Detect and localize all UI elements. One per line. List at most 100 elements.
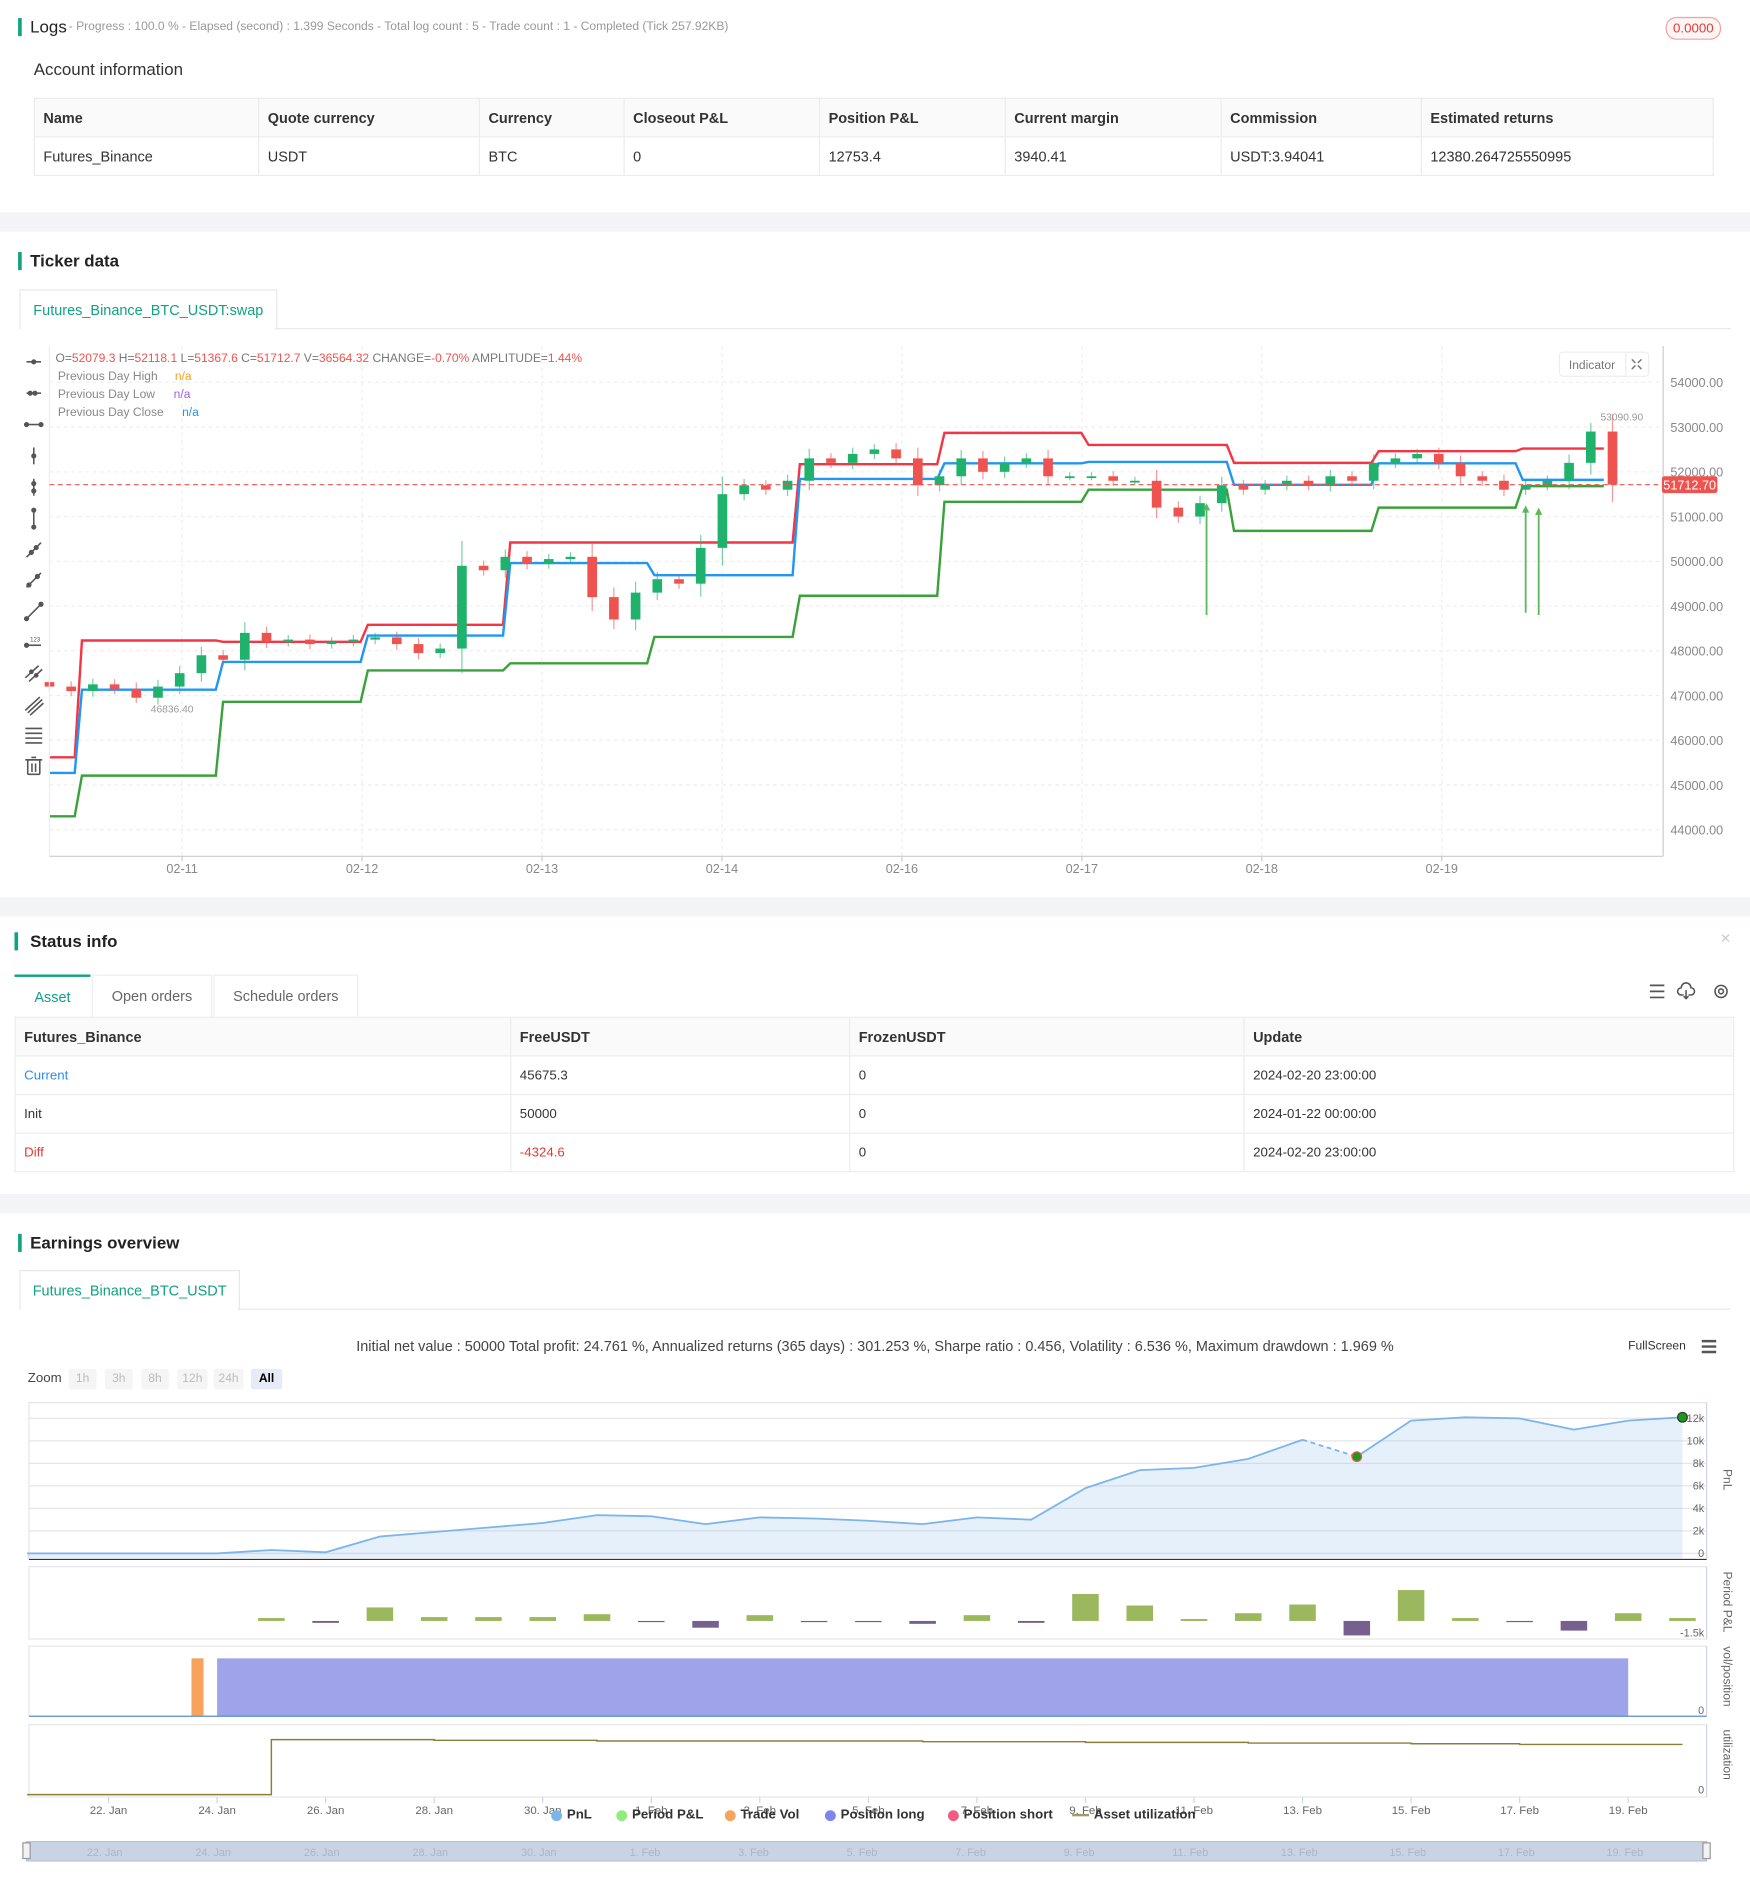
zoom-1h-button[interactable]: 1h — [68, 1368, 97, 1390]
vertical-segment-icon[interactable] — [31, 478, 37, 496]
horizontal-line-icon[interactable] — [23, 421, 44, 428]
cell: 50000 — [510, 1093, 851, 1134]
trend-ray-icon[interactable] — [25, 542, 42, 558]
legend-position-short[interactable]: Position short — [947, 1808, 1053, 1822]
legend-position-long[interactable]: Position long — [824, 1808, 925, 1822]
tab-schedule-orders[interactable]: Schedule orders — [213, 974, 359, 1017]
vertical-ray-icon[interactable] — [31, 447, 37, 465]
tab-open-orders[interactable]: Open orders — [91, 974, 213, 1017]
asset-table: Futures_Binance FreeUSDT FrozenUSDT Upda… — [14, 1016, 1735, 1173]
price-chart[interactable]: 54000.0053000.0052000.0051000.0050000.00… — [0, 338, 1750, 887]
pnl-tick-label: 0 — [1698, 1548, 1704, 1560]
candle-body — [826, 458, 836, 463]
legend-trade-vol[interactable]: Trade Vol — [724, 1807, 800, 1823]
table-row: Futures_Binance USDT BTC 0 12753.4 3940.… — [33, 136, 1714, 177]
row-label-current[interactable]: Current — [14, 1055, 512, 1096]
parallel-channel-icon[interactable] — [24, 665, 43, 683]
cloud-download-icon[interactable] — [1676, 982, 1696, 1000]
vertical-line-icon[interactable] — [31, 507, 37, 530]
axis-title-vol-position: vol/position — [1719, 1646, 1734, 1707]
cell: 2024-02-20 23:00:00 — [1243, 1132, 1735, 1173]
period-pnl-bar — [366, 1607, 394, 1621]
tab-asset[interactable]: Asset — [14, 974, 91, 1016]
account-table: Name Quote currency Currency Closeout P&… — [33, 97, 1714, 177]
legend-marker — [824, 1809, 836, 1821]
time-tick-label: 02-18 — [1246, 862, 1278, 876]
axis-title-period-pnl: Period P&L — [1719, 1571, 1734, 1633]
fibonacci-icon[interactable] — [25, 727, 43, 744]
zoom-8h-button[interactable]: 8h — [141, 1368, 169, 1390]
candle-body — [1347, 476, 1357, 481]
period-min-label: -1.5k — [1680, 1628, 1705, 1640]
zoom-3h-button[interactable]: 3h — [104, 1368, 133, 1390]
candle-body — [305, 639, 315, 645]
low-value: 51367.6 — [194, 351, 238, 365]
trash-icon[interactable] — [25, 756, 43, 776]
horizontal-segment-icon[interactable] — [26, 390, 42, 396]
legend-prev-high-value: n/a — [175, 369, 192, 383]
candle-body — [891, 449, 901, 459]
legend-marker — [1072, 1813, 1090, 1817]
menu-icon[interactable] — [1649, 984, 1665, 999]
tab-earnings-symbol[interactable]: Futures_Binance_BTC_USDT — [19, 1269, 241, 1310]
legend-label: Trade Vol — [740, 1807, 800, 1823]
time-tick-label: 02-11 — [166, 862, 197, 876]
fullscreen-button[interactable]: FullScreen — [1628, 1340, 1686, 1353]
candle-body — [630, 592, 641, 620]
price-label-icon[interactable]: 123 — [23, 638, 42, 648]
legend-marker — [616, 1809, 628, 1821]
tab-ticker-symbol[interactable]: Futures_Binance_BTC_USDT:swap — [19, 289, 278, 330]
chart-menu-icon[interactable] — [1701, 1339, 1718, 1355]
time-tick-label: 26. Jan — [307, 1805, 345, 1817]
candle-body — [174, 673, 185, 687]
period-pnl-bar — [1506, 1620, 1533, 1623]
close-icon[interactable]: ✕ — [1720, 931, 1731, 946]
legend-pnl[interactable]: PnL — [551, 1808, 592, 1822]
legend-period-pnl[interactable]: Period P&L — [616, 1808, 703, 1822]
price-tick-label: 54000.00 — [1670, 376, 1723, 390]
cell: 0 — [849, 1132, 1245, 1173]
navigator-handle[interactable] — [1702, 1842, 1711, 1860]
cell: 2024-02-20 23:00:00 — [1243, 1055, 1735, 1096]
current-price-label: 51712.70 — [1663, 478, 1716, 492]
low-annotation: 46836.40 — [151, 705, 194, 716]
zoom-24h-button[interactable]: 24h — [213, 1368, 244, 1390]
horizontal-ray-icon[interactable] — [26, 359, 42, 365]
earnings-chart[interactable]: 12k 10k 8k 6k 4k 2k 0 -1.5k 0 0 22. Jan 24. Jan… — [0, 1397, 1750, 1879]
time-tick-label: 02-19 — [1426, 862, 1458, 876]
table-row: Init 50000 0 2024-01-22 00:00:00 — [14, 1093, 1735, 1134]
candle-body — [261, 632, 272, 642]
candle-body — [999, 462, 1010, 472]
cell: 0 — [623, 136, 821, 177]
cell: USDT:3.94041 — [1220, 136, 1422, 177]
legend-asset-utilization[interactable]: Asset utilization — [1072, 1808, 1196, 1822]
period-pnl-bar — [963, 1615, 991, 1621]
section-divider — [0, 1193, 1750, 1214]
cell: -4324.6 — [510, 1132, 851, 1173]
trend-line-icon[interactable] — [23, 601, 44, 622]
navigator-tick-label: 24. Jan — [195, 1847, 231, 1859]
cell: Futures_Binance — [33, 136, 260, 177]
time-tick-label: 02-12 — [346, 862, 378, 876]
period-pnl-bar — [1560, 1620, 1588, 1631]
price-tick-label: 53000.00 — [1670, 421, 1723, 435]
navigator-handle[interactable] — [22, 1842, 31, 1860]
indicator-button[interactable]: Indicator — [1558, 351, 1650, 377]
navigator-tick-label: 9. Feb — [1064, 1847, 1095, 1859]
period-pnl-bar — [692, 1620, 719, 1628]
section-divider — [0, 212, 1750, 232]
col-header: Commission — [1220, 97, 1422, 138]
settings-icon[interactable] — [1714, 984, 1728, 999]
candle-body — [912, 458, 923, 486]
period-pnl-bar — [420, 1617, 448, 1621]
period-pnl-bar — [855, 1620, 882, 1623]
period-pnl-bar — [312, 1620, 339, 1623]
trend-segment-icon[interactable] — [25, 572, 42, 588]
ticker-title: Ticker data — [30, 250, 120, 271]
zoom-all-button[interactable]: All — [250, 1368, 283, 1390]
zoom-12h-button[interactable]: 12h — [177, 1368, 208, 1390]
axis-title-pnl: PnL — [1719, 1468, 1734, 1491]
pitchfork-icon[interactable] — [24, 696, 44, 716]
candle-body — [196, 655, 207, 674]
time-tick-label: 17. Feb — [1500, 1805, 1539, 1817]
